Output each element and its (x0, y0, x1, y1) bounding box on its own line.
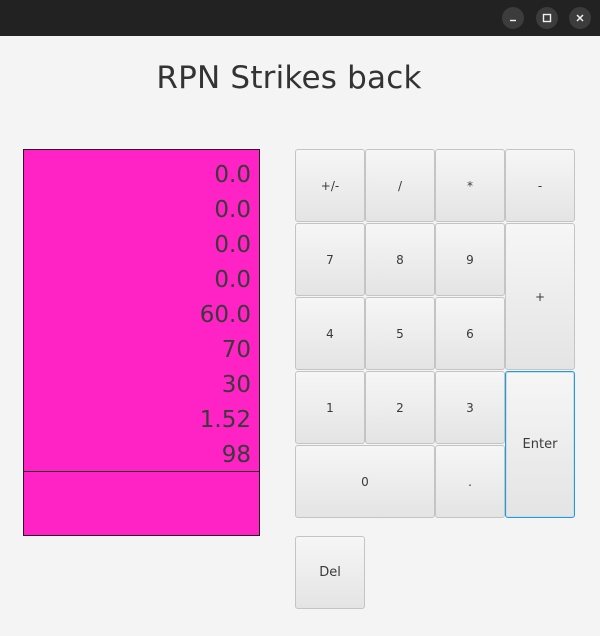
digit-6-button[interactable]: 6 (435, 297, 505, 370)
subtract-button[interactable]: - (505, 149, 575, 222)
minimize-button[interactable] (502, 7, 524, 29)
digit-1-button[interactable]: 1 (295, 371, 365, 444)
negate-button[interactable]: +/- (295, 149, 365, 222)
stack-value: 0.0 (214, 232, 251, 258)
multiply-button[interactable]: * (435, 149, 505, 222)
minimize-icon (510, 19, 516, 22)
digit-9-button[interactable]: 9 (435, 223, 505, 296)
stack-value: 0.0 (214, 162, 251, 188)
digit-7-button[interactable]: 7 (295, 223, 365, 296)
add-button[interactable]: + (505, 223, 575, 370)
maximize-button[interactable] (536, 7, 558, 29)
maximize-icon (542, 13, 552, 23)
stack-value: 1.52 (199, 407, 251, 433)
digit-8-button[interactable]: 8 (365, 223, 435, 296)
digit-3-button[interactable]: 3 (435, 371, 505, 444)
stack-value: 70 (221, 337, 251, 363)
close-icon (576, 14, 584, 22)
enter-button[interactable]: Enter (505, 371, 575, 518)
stack-panel: 0.0 0.0 0.0 0.0 60.0 70 30 1.52 98 (23, 149, 260, 536)
window-titlebar (0, 0, 600, 36)
stack-value: 60.0 (199, 302, 251, 328)
divide-button[interactable]: / (365, 149, 435, 222)
stack-value: 0.0 (214, 197, 251, 223)
digit-2-button[interactable]: 2 (365, 371, 435, 444)
stack-value: 98 (221, 442, 251, 468)
close-button[interactable] (569, 7, 591, 29)
decimal-point-button[interactable]: . (435, 445, 505, 518)
stack-value: 30 (221, 372, 251, 398)
app-title: RPN Strikes back (156, 60, 422, 96)
digit-0-button[interactable]: 0 (295, 445, 435, 518)
digit-5-button[interactable]: 5 (365, 297, 435, 370)
stack-value: 0.0 (214, 267, 251, 293)
stack-list[interactable]: 0.0 0.0 0.0 0.0 60.0 70 30 1.52 98 (24, 150, 259, 472)
number-input-field[interactable] (24, 472, 259, 535)
digit-4-button[interactable]: 4 (295, 297, 365, 370)
delete-button[interactable]: Del (295, 536, 365, 609)
